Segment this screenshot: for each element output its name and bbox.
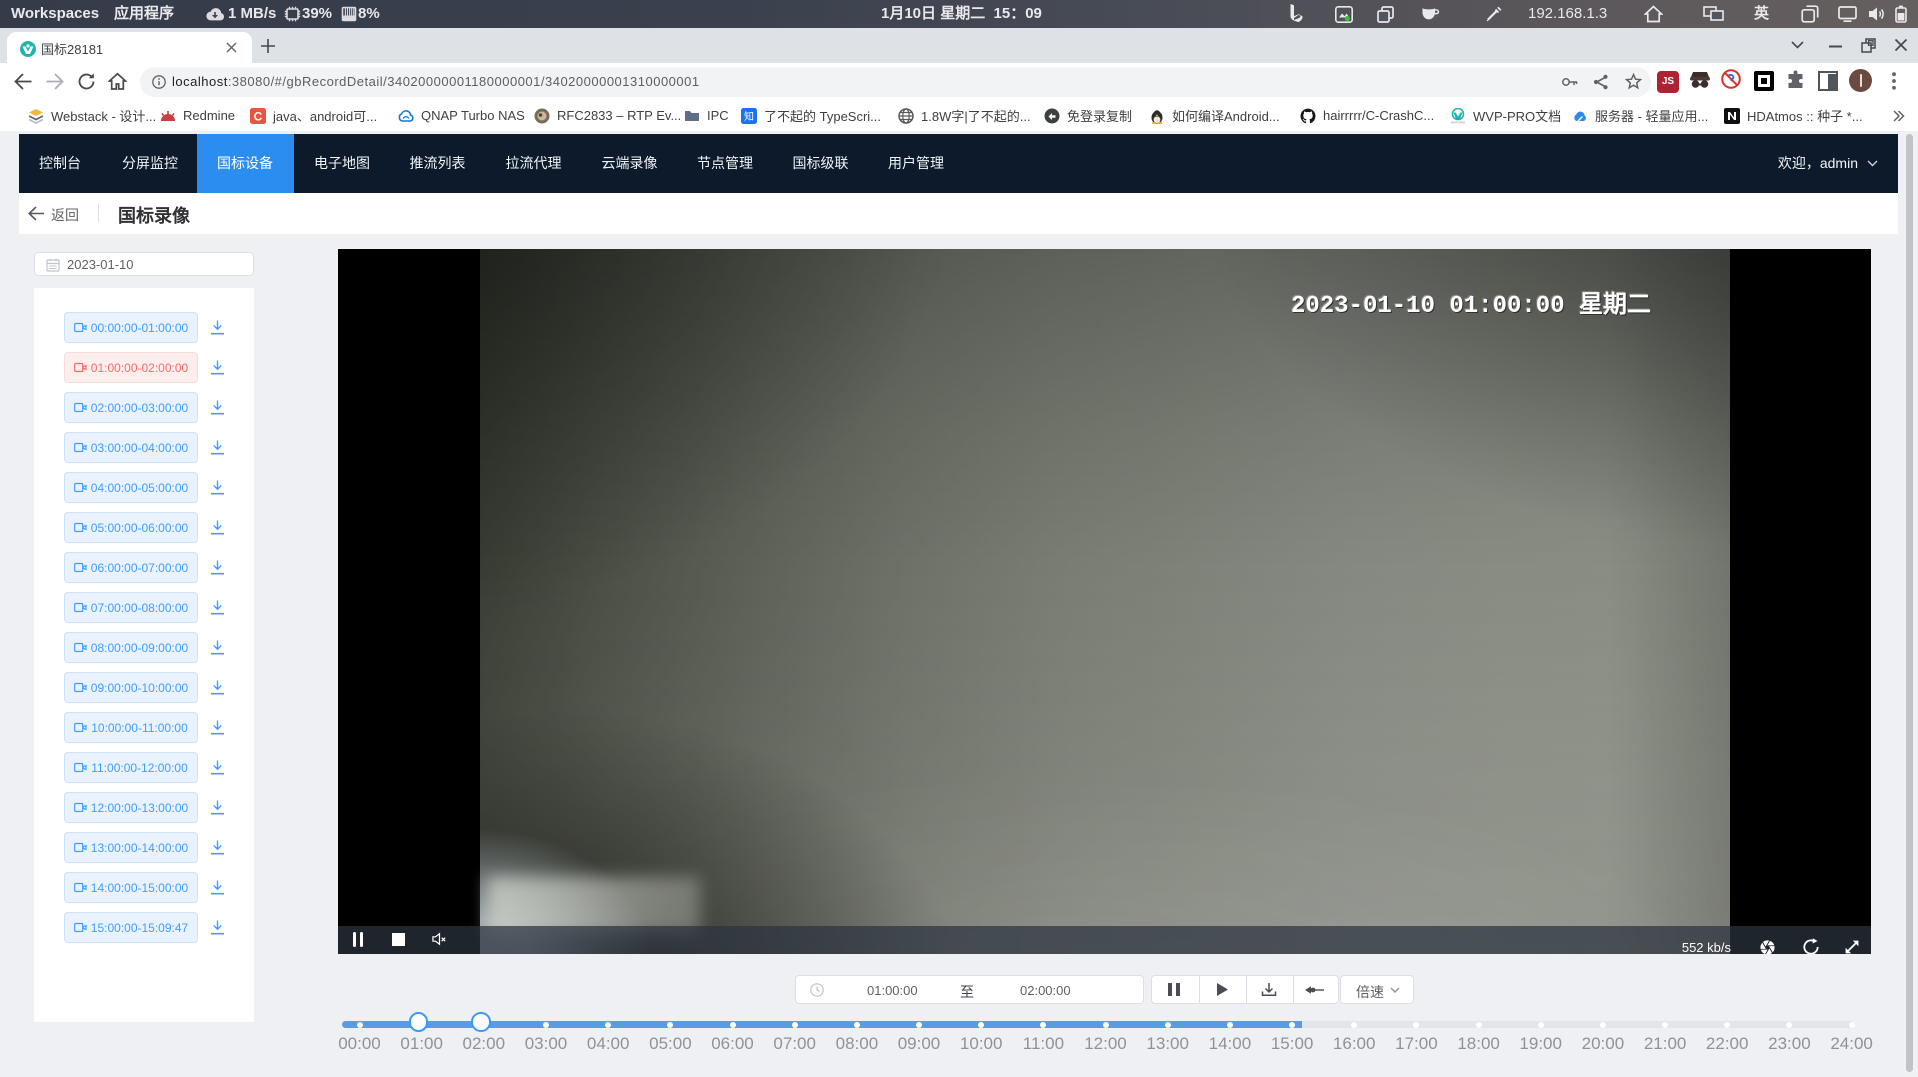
svg-text:WVP-PRO: WVP-PRO xyxy=(1451,120,1466,124)
svg-text:知: 知 xyxy=(744,110,754,123)
svg-text:C: C xyxy=(254,109,263,123)
